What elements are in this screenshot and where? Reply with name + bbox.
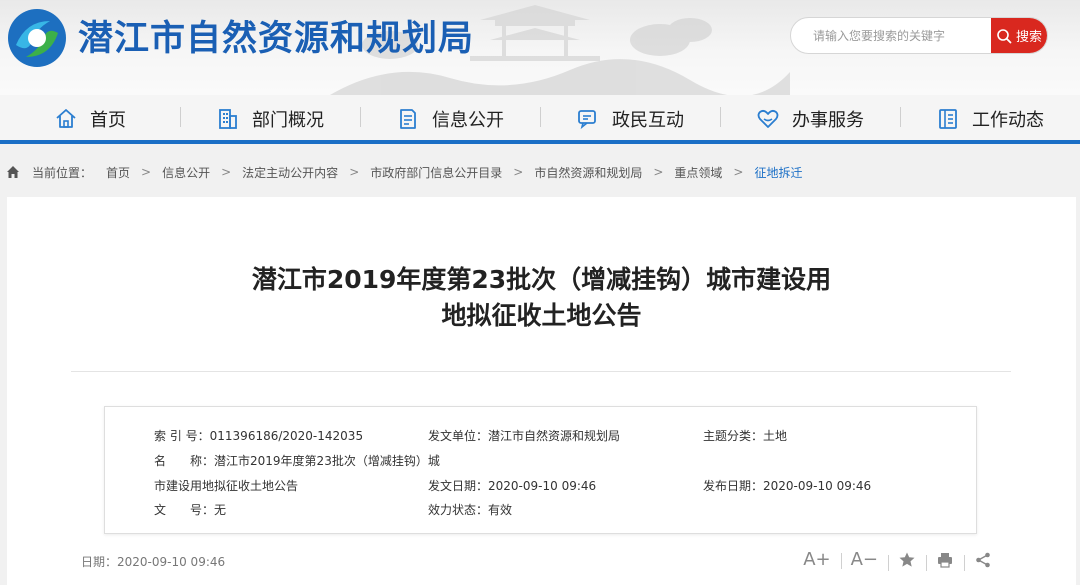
site-logo-icon[interactable] bbox=[6, 7, 68, 69]
meta-label: 索 引 号： bbox=[154, 429, 210, 443]
home-icon bbox=[56, 109, 76, 128]
meta-publish-date: 发布日期：2020-09-10 09:46 bbox=[703, 477, 871, 494]
breadcrumb-separator: > bbox=[653, 165, 664, 179]
chat-icon bbox=[578, 110, 596, 130]
article-title: 潜江市2019年度第23批次（增减挂钩）城市建设用 地拟征收土地公告 bbox=[7, 262, 1076, 334]
breadcrumb-item-bureau[interactable]: 市自然资源和规划局 bbox=[534, 164, 642, 181]
article-panel: 潜江市2019年度第23批次（增减挂钩）城市建设用 地拟征收土地公告 索 引 号… bbox=[7, 197, 1076, 585]
article-title-line: 地拟征收土地公告 bbox=[441, 301, 642, 330]
nav-item-department[interactable]: 部门概况 bbox=[180, 95, 360, 143]
meta-topic: 主题分类：土地 bbox=[703, 427, 787, 444]
print-button[interactable] bbox=[926, 551, 964, 571]
site-header: 潜江市自然资源和规划局 搜索 bbox=[0, 0, 1080, 95]
main-nav: 首页 部门概况 信息公开 政民互动 办事服务 工作动态 bbox=[0, 95, 1080, 143]
favorite-button[interactable] bbox=[888, 551, 926, 571]
meta-issuer: 发文单位：潜江市自然资源和规划局 bbox=[428, 427, 620, 444]
home-icon bbox=[7, 166, 19, 178]
search-box: 搜索 bbox=[790, 17, 1048, 54]
meta-index: 索 引 号：011396186/2020-142035 bbox=[154, 427, 363, 444]
article-title-line: 潜江市2019年度第23批次（增减挂钩）城市建设用 bbox=[251, 265, 832, 294]
article-tools: A+ A− bbox=[793, 549, 1002, 571]
breadcrumb-prefix: 当前位置： bbox=[32, 165, 93, 180]
meta-label: 发文日期： bbox=[428, 479, 489, 493]
meta-doc-number: 文 号：无 bbox=[154, 501, 226, 518]
meta-value: 无 bbox=[214, 503, 227, 517]
meta-issue-date: 发文日期：2020-09-10 09:46 bbox=[428, 477, 596, 494]
search-input[interactable] bbox=[791, 18, 995, 53]
share-icon bbox=[976, 552, 990, 567]
meta-name-continued: 市建设用地拟征收土地公告 bbox=[154, 479, 299, 493]
breadcrumb-item-home[interactable]: 首页 bbox=[106, 164, 130, 181]
meta-value: 潜江市2019年度第23批次（增减挂钩）城 bbox=[214, 454, 440, 468]
search-icon bbox=[997, 28, 1012, 43]
meta-label: 文 号： bbox=[154, 503, 215, 517]
breadcrumb-separator: > bbox=[221, 165, 232, 179]
nav-label: 办事服务 bbox=[792, 110, 864, 131]
nav-item-info-public[interactable]: 信息公开 bbox=[360, 95, 540, 143]
publish-date: 日期：2020-09-10 09:46 bbox=[81, 555, 226, 569]
nav-label: 首页 bbox=[90, 110, 126, 131]
printer-icon bbox=[938, 552, 952, 568]
nav-label: 政民互动 bbox=[612, 110, 684, 131]
building-icon bbox=[219, 109, 237, 129]
document-icon bbox=[400, 109, 416, 129]
nav-item-work-news[interactable]: 工作动态 bbox=[900, 95, 1080, 143]
breadcrumb-separator: > bbox=[733, 165, 744, 179]
nav-label: 工作动态 bbox=[972, 110, 1044, 131]
breadcrumb-item-directory[interactable]: 市政府部门信息公开目录 bbox=[370, 164, 502, 181]
font-decrease-button[interactable]: A− bbox=[840, 549, 888, 570]
list-icon bbox=[939, 109, 957, 129]
site-title[interactable]: 潜江市自然资源和规划局 bbox=[78, 10, 474, 61]
breadcrumb-separator: > bbox=[513, 165, 524, 179]
meta-status: 效力状态：有效 bbox=[428, 501, 512, 518]
meta-value: 2020-09-10 09:46 bbox=[488, 479, 597, 493]
nav-underline bbox=[0, 140, 1080, 144]
breadcrumb-item-key-areas[interactable]: 重点领域 bbox=[674, 164, 722, 181]
meta-label: 效力状态： bbox=[428, 503, 489, 517]
meta-label: 发布日期： bbox=[703, 479, 764, 493]
breadcrumb: 当前位置： 首页 > 信息公开 > 法定主动公开内容 > 市政府部门信息公开目录… bbox=[6, 160, 803, 184]
meta-value: 潜江市自然资源和规划局 bbox=[488, 429, 621, 443]
nav-item-interaction[interactable]: 政民互动 bbox=[540, 95, 720, 143]
meta-label: 主题分类： bbox=[703, 429, 764, 443]
heart-service-icon bbox=[757, 109, 779, 128]
nav-label: 信息公开 bbox=[432, 110, 504, 131]
nav-label: 部门概况 bbox=[252, 110, 324, 131]
star-icon bbox=[899, 552, 915, 567]
share-button[interactable] bbox=[964, 551, 1002, 571]
meta-value: 有效 bbox=[488, 503, 513, 517]
meta-name: 名 称：潜江市2019年度第23批次（增减挂钩）城 bbox=[154, 452, 440, 469]
article-toolbar: 日期：2020-09-10 09:46 A+ A− bbox=[7, 549, 1076, 579]
font-increase-button[interactable]: A+ bbox=[793, 549, 840, 570]
meta-value: 011396186/2020-142035 bbox=[209, 429, 364, 443]
nav-item-home[interactable]: 首页 bbox=[0, 95, 180, 143]
search-button[interactable]: 搜索 bbox=[991, 18, 1047, 53]
meta-label: 名 称： bbox=[154, 454, 215, 468]
meta-label: 发文单位： bbox=[428, 429, 489, 443]
meta-value: 2020-09-10 09:46 bbox=[763, 479, 872, 493]
breadcrumb-item-info-public[interactable]: 信息公开 bbox=[162, 164, 210, 181]
breadcrumb-separator: > bbox=[141, 165, 152, 179]
search-button-label: 搜索 bbox=[1015, 30, 1042, 45]
breadcrumb-separator: > bbox=[349, 165, 360, 179]
breadcrumb-item-current[interactable]: 征地拆迁 bbox=[754, 164, 802, 181]
title-divider bbox=[71, 371, 1011, 372]
meta-value: 土地 bbox=[763, 429, 788, 443]
document-metadata-box: 索 引 号：011396186/2020-142035 发文单位：潜江市自然资源… bbox=[104, 406, 977, 534]
breadcrumb-item-legal-content[interactable]: 法定主动公开内容 bbox=[242, 164, 338, 181]
nav-item-services[interactable]: 办事服务 bbox=[720, 95, 900, 143]
